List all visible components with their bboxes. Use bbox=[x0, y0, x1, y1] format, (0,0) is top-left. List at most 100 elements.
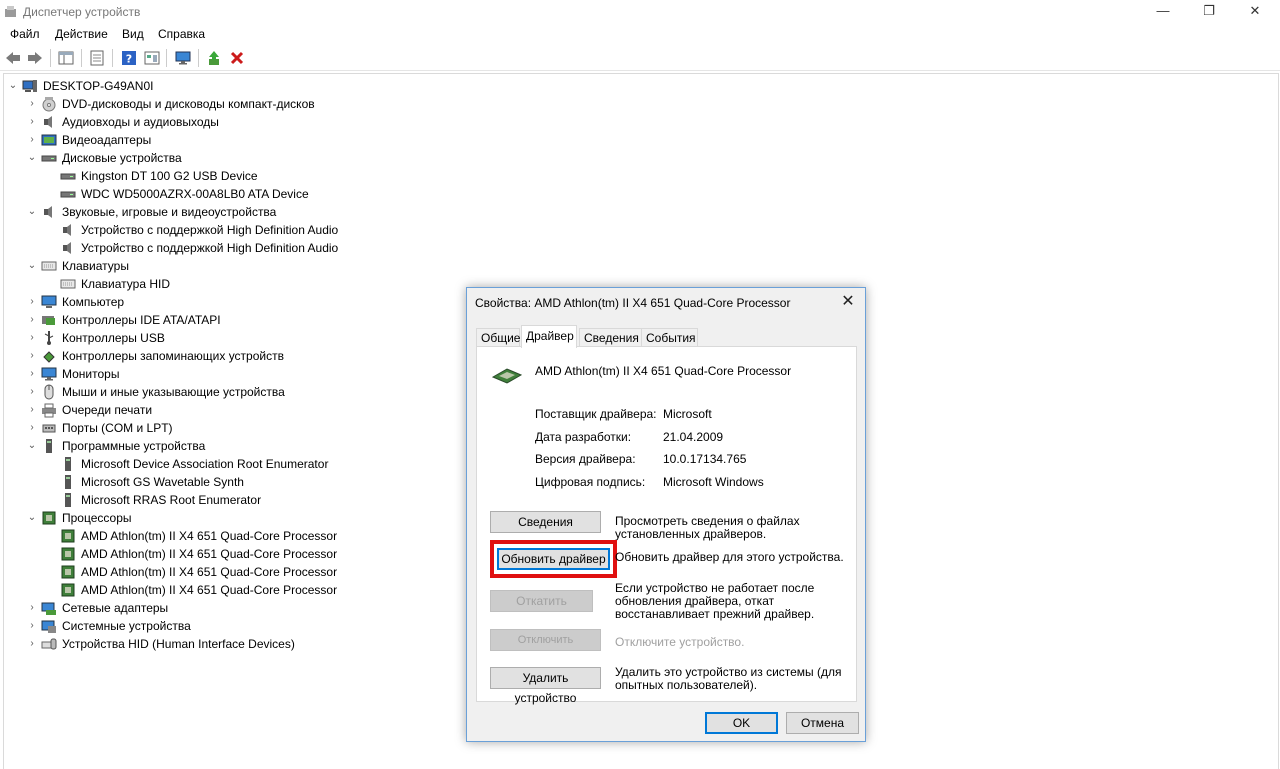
uninstall-icon[interactable] bbox=[229, 50, 245, 66]
collapse-icon[interactable]: ⌄ bbox=[27, 439, 37, 453]
tab-events[interactable]: События bbox=[641, 328, 698, 347]
expand-icon[interactable]: › bbox=[27, 295, 37, 309]
tree-item-label: Клавиатуры bbox=[62, 259, 129, 273]
keyboard-icon bbox=[41, 261, 57, 271]
display-adapter-icon bbox=[41, 134, 57, 146]
update-driver-icon[interactable] bbox=[206, 50, 222, 66]
toolbar-separator bbox=[198, 49, 199, 67]
expand-icon[interactable]: › bbox=[27, 133, 37, 147]
back-icon[interactable] bbox=[5, 50, 21, 66]
cancel-button[interactable]: Отмена bbox=[786, 712, 859, 734]
collapse-icon[interactable]: ⌄ bbox=[27, 205, 37, 219]
monitor-icon[interactable] bbox=[175, 50, 191, 66]
tree-item-label: Контроллеры USB bbox=[62, 331, 165, 345]
expand-icon[interactable]: › bbox=[27, 637, 37, 651]
collapse-icon[interactable]: ⌄ bbox=[27, 259, 37, 273]
disable-device-button[interactable]: Отключить устройство bbox=[490, 629, 601, 651]
driver-version-label: Версия драйвера: bbox=[535, 452, 636, 466]
toolbar-separator bbox=[81, 49, 82, 67]
title-bar: Диспетчер устройств — ❐ ✕ bbox=[0, 0, 1280, 24]
ok-button[interactable]: OK bbox=[705, 712, 778, 734]
expand-icon[interactable]: › bbox=[27, 349, 37, 363]
expand-icon[interactable]: › bbox=[27, 331, 37, 345]
restore-button[interactable]: ❐ bbox=[1186, 0, 1232, 24]
ide-controller-icon bbox=[42, 316, 55, 325]
update-driver-button[interactable]: Обновить драйвер bbox=[497, 548, 610, 570]
properties-pane-icon[interactable] bbox=[58, 50, 74, 66]
expand-icon[interactable]: › bbox=[27, 115, 37, 129]
forward-icon[interactable] bbox=[27, 50, 43, 66]
processor-icon bbox=[61, 547, 75, 561]
properties-dialog: Свойства: AMD Athlon(tm) II X4 651 Quad-… bbox=[466, 287, 866, 742]
close-button[interactable]: ✕ bbox=[1232, 0, 1278, 24]
driver-date-label: Дата разработки: bbox=[535, 430, 632, 444]
driver-details-button[interactable]: Сведения bbox=[490, 511, 601, 533]
menu-action[interactable]: Действие bbox=[55, 27, 108, 41]
collapse-icon[interactable]: ⌄ bbox=[27, 151, 37, 165]
tree-item-label: AMD Athlon(tm) II X4 651 Quad-Core Proce… bbox=[81, 565, 338, 579]
disable-device-description: Отключите устройство. bbox=[615, 635, 745, 649]
properties-icon[interactable] bbox=[89, 50, 105, 66]
toolbar-separator bbox=[166, 49, 167, 67]
dvd-icon bbox=[42, 97, 56, 112]
hid-icon bbox=[41, 638, 57, 650]
menu-help[interactable]: Справка bbox=[158, 27, 205, 41]
rollback-driver-button[interactable]: Откатить bbox=[490, 590, 593, 612]
tree-item-label: Программные устройства bbox=[62, 439, 206, 453]
software-device-icon bbox=[65, 493, 71, 507]
menu-view[interactable]: Вид bbox=[122, 27, 144, 41]
tab-general[interactable]: Общие bbox=[476, 328, 520, 347]
window-title: Диспетчер устройств bbox=[23, 5, 141, 19]
tree-item-label: Устройства HID (Human Interface Devices) bbox=[62, 637, 295, 651]
expand-icon[interactable]: › bbox=[27, 385, 37, 399]
printer-icon bbox=[42, 403, 56, 418]
collapse-icon[interactable]: ⌄ bbox=[8, 79, 18, 93]
tree-item-label: Microsoft Device Association Root Enumer… bbox=[81, 457, 329, 471]
driver-tab-panel: AMD Athlon(tm) II X4 651 Quad-Core Proce… bbox=[476, 346, 857, 705]
tab-driver[interactable]: Драйвер bbox=[521, 325, 577, 348]
tab-details[interactable]: Сведения bbox=[579, 328, 642, 347]
tree-item-label: Клавиатура HID bbox=[81, 277, 170, 291]
expand-icon[interactable]: › bbox=[27, 619, 37, 633]
dialog-close-button[interactable]: ✕ bbox=[839, 292, 857, 312]
keyboard-icon bbox=[60, 279, 76, 289]
expand-icon[interactable]: › bbox=[27, 421, 37, 435]
computer-icon bbox=[41, 295, 57, 308]
digital-signer-value: Microsoft Windows bbox=[663, 475, 764, 489]
help-icon[interactable]: ? bbox=[121, 50, 137, 66]
expand-icon[interactable]: › bbox=[27, 403, 37, 417]
system-device-icon bbox=[41, 620, 56, 633]
expand-icon[interactable]: › bbox=[27, 601, 37, 615]
disk-icon bbox=[41, 155, 57, 162]
menu-file[interactable]: Файл bbox=[10, 27, 40, 41]
tree-item-label: AMD Athlon(tm) II X4 651 Quad-Core Proce… bbox=[81, 529, 338, 543]
tree-item-label: Контроллеры запоминающих устройств bbox=[62, 349, 284, 363]
svg-text:?: ? bbox=[126, 53, 132, 66]
expand-icon[interactable]: › bbox=[27, 367, 37, 381]
expand-icon[interactable]: › bbox=[27, 97, 37, 111]
tree-item-label: Kingston DT 100 G2 USB Device bbox=[81, 169, 258, 183]
driver-provider-value: Microsoft bbox=[663, 407, 712, 421]
digital-signer-label: Цифровая подпись: bbox=[535, 475, 646, 489]
rollback-driver-description: Если устройство не работает после обновл… bbox=[615, 581, 815, 621]
uninstall-device-button[interactable]: Удалить устройство bbox=[490, 667, 601, 705]
collapse-icon[interactable]: ⌄ bbox=[27, 511, 37, 525]
device-manager-icon bbox=[5, 6, 16, 17]
expand-icon[interactable]: › bbox=[27, 313, 37, 327]
tree-item-label: AMD Athlon(tm) II X4 651 Quad-Core Proce… bbox=[81, 583, 338, 597]
view-icon[interactable] bbox=[144, 50, 160, 66]
processor-icon bbox=[61, 529, 75, 543]
tree-item-label: AMD Athlon(tm) II X4 651 Quad-Core Proce… bbox=[81, 547, 338, 561]
minimize-button[interactable]: — bbox=[1140, 0, 1186, 24]
speaker-icon bbox=[44, 206, 52, 218]
driver-provider-label: Поставщик драйвера: bbox=[535, 407, 657, 421]
speaker-icon bbox=[44, 116, 52, 128]
tree-item-label: Контроллеры IDE ATA/ATAPI bbox=[62, 313, 221, 327]
toolbar: ? bbox=[0, 45, 1280, 71]
processor-icon bbox=[61, 565, 75, 579]
